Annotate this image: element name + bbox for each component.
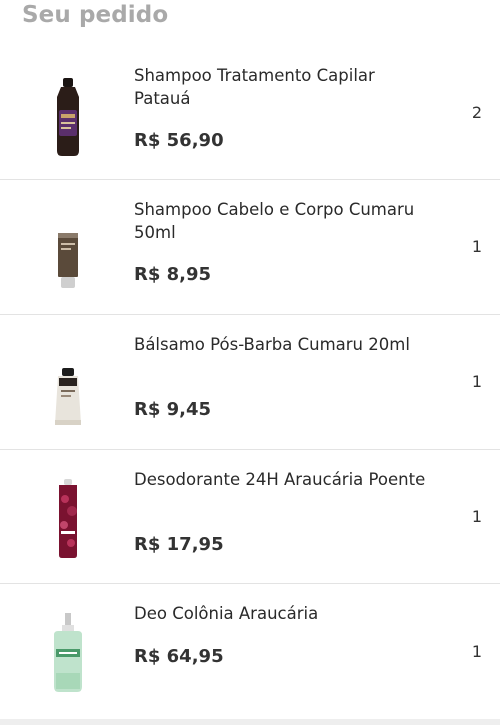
order-item[interactable]: Shampoo Cabelo e Corpo Cumaru 50ml R$ 8,…	[0, 180, 500, 315]
item-price: R$ 9,45	[134, 399, 212, 420]
item-price: R$ 8,95	[134, 264, 212, 285]
item-price: R$ 64,95	[134, 646, 224, 667]
order-item[interactable]: Shampoo Tratamento Capilar Patauá R$ 56,…	[0, 46, 500, 180]
item-quantity: 2	[471, 103, 482, 122]
cologne-bottle-icon	[34, 612, 102, 694]
item-quantity: 1	[471, 372, 482, 391]
brown-tube-icon	[34, 232, 102, 290]
order-item[interactable]: Desodorante 24H Araucária Poente R$ 17,9…	[0, 450, 500, 584]
aftershave-tube-icon	[34, 367, 102, 427]
item-name: Shampoo Cabelo e Corpo Cumaru 50ml	[134, 200, 415, 242]
item-quantity: 1	[471, 507, 482, 526]
item-quantity: 1	[471, 642, 482, 661]
item-name: Deo Colônia Araucária	[134, 604, 319, 623]
item-name: Bálsamo Pós-Barba Cumaru 20ml	[134, 335, 410, 354]
order-item[interactable]: Deo Colônia Araucária R$ 64,95 1	[0, 584, 500, 718]
aerosol-can-icon	[34, 478, 102, 560]
item-quantity: 1	[471, 237, 482, 256]
item-name: Shampoo Tratamento Capilar Patauá	[134, 66, 375, 108]
order-item-list: Shampoo Tratamento Capilar Patauá R$ 56,…	[0, 46, 500, 718]
order-item[interactable]: Bálsamo Pós-Barba Cumaru 20ml R$ 9,45 1	[0, 315, 500, 450]
item-name: Desodorante 24H Araucária Poente	[134, 470, 426, 489]
page-title: Seu pedido	[22, 2, 169, 28]
dark-shampoo-bottle-icon	[34, 76, 102, 158]
bottom-divider	[0, 719, 500, 725]
item-price: R$ 17,95	[134, 534, 224, 555]
item-price: R$ 56,90	[134, 130, 224, 151]
